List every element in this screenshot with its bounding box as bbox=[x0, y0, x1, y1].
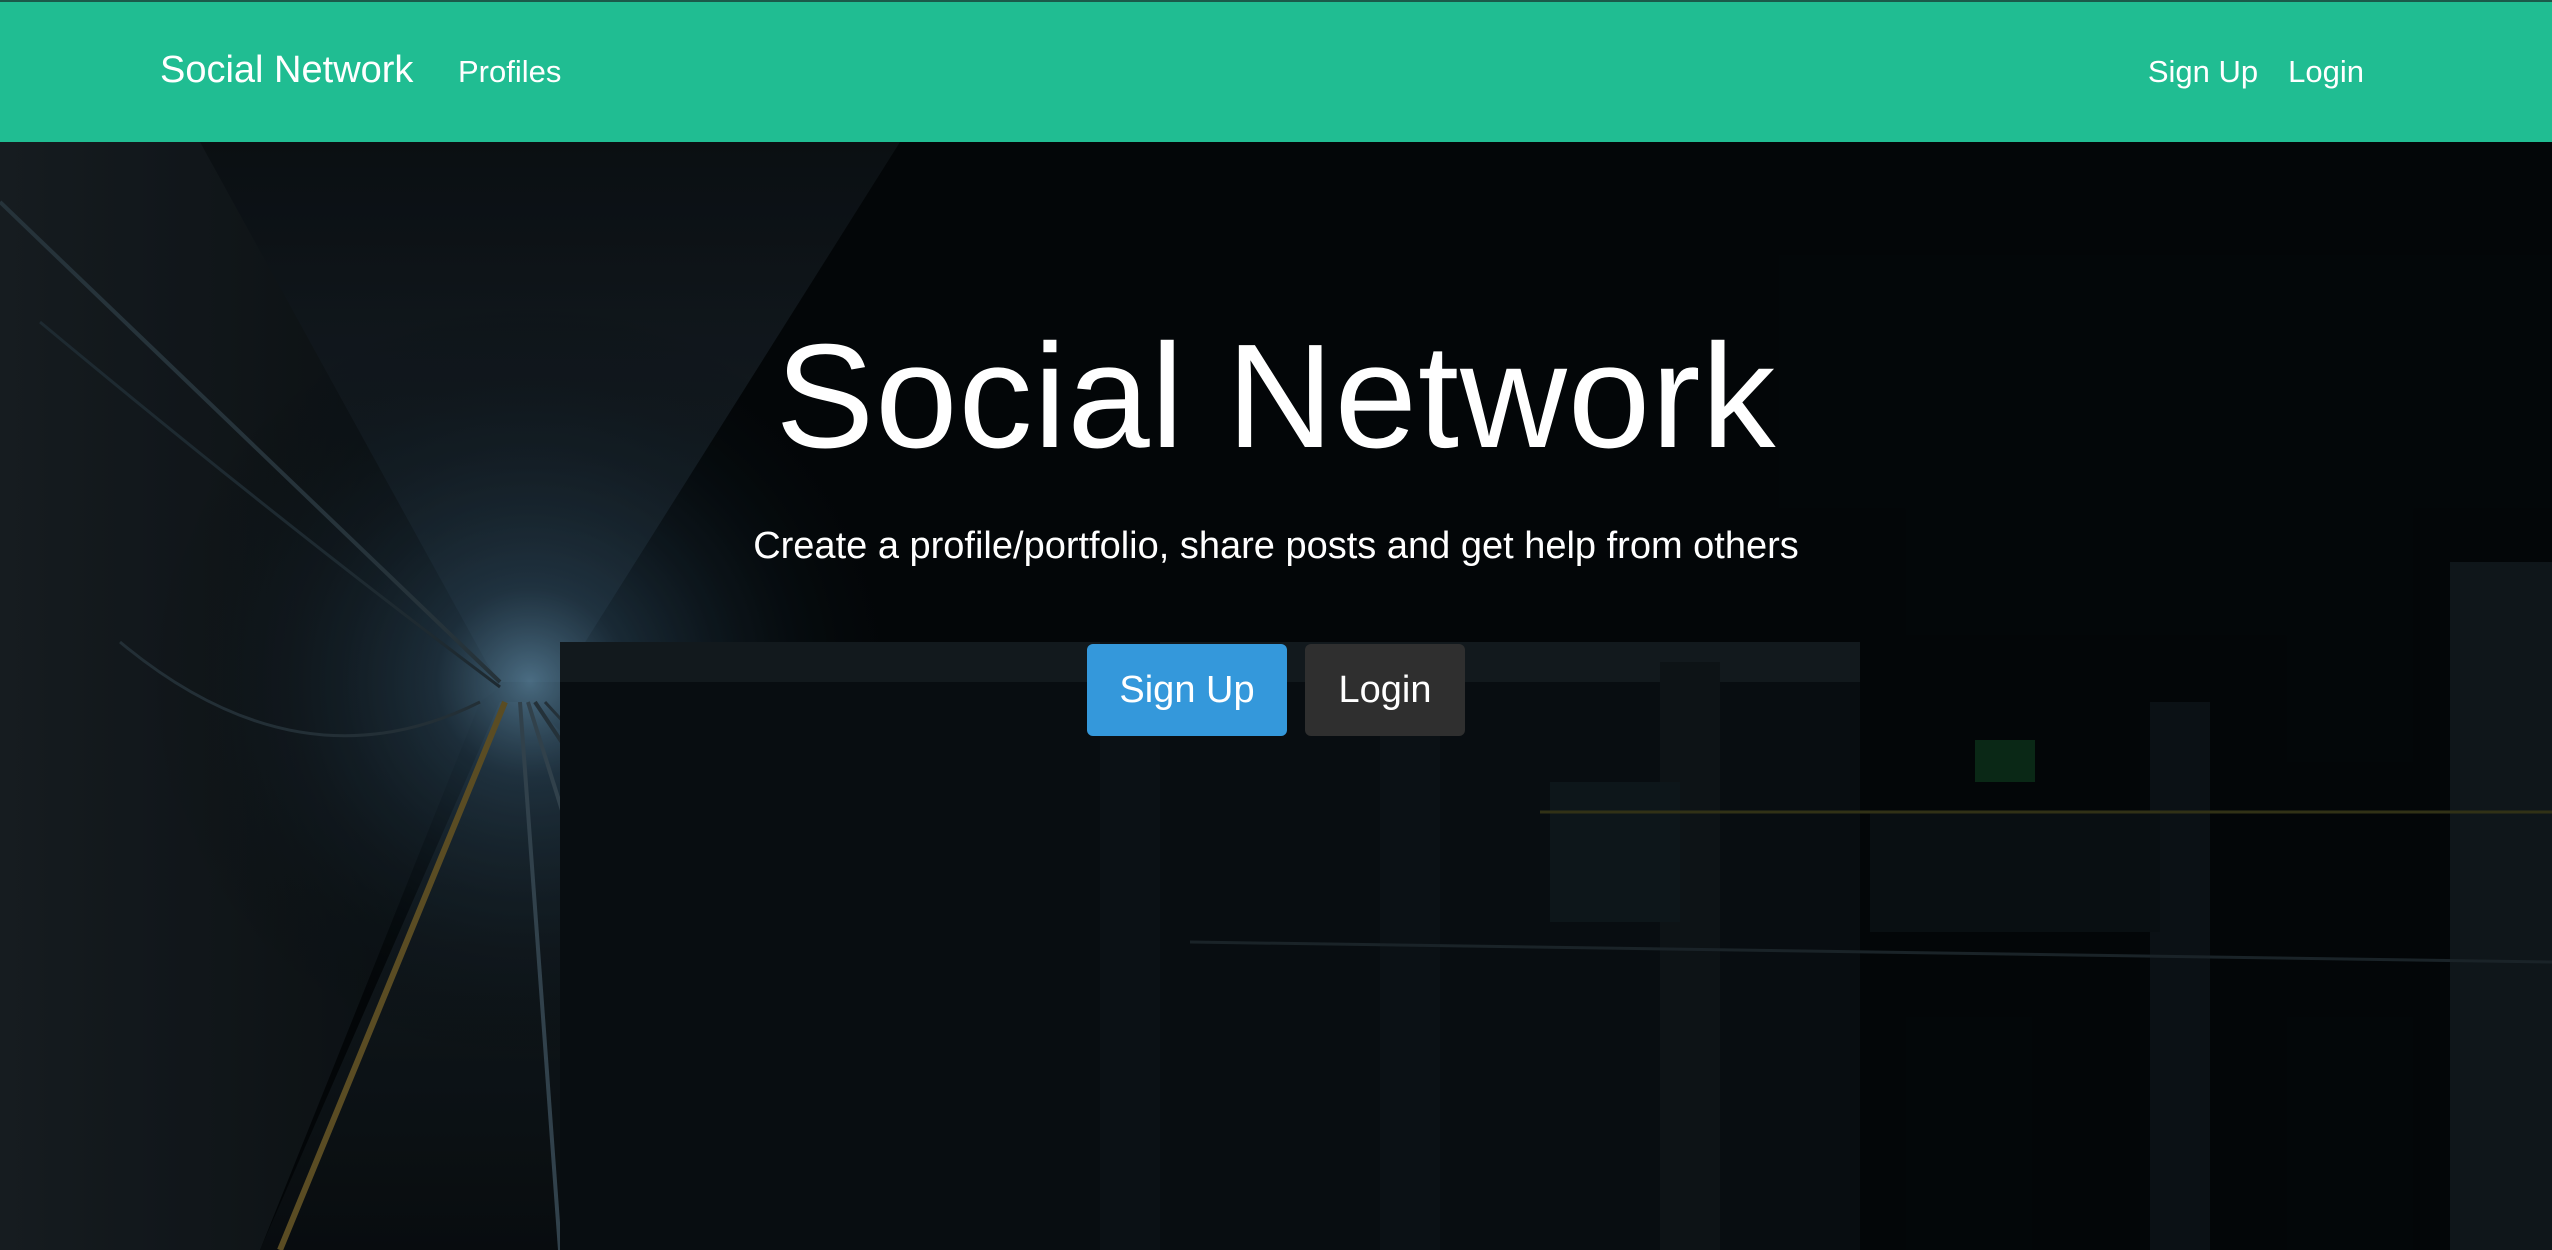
nav-link-login[interactable]: Login bbox=[2288, 50, 2364, 94]
nav-link-profiles[interactable]: Profiles bbox=[458, 50, 561, 94]
top-border-line bbox=[0, 0, 2552, 2]
hero-subtitle: Create a profile/portfolio, share posts … bbox=[753, 525, 1799, 567]
hero-button-group: Sign Up Login bbox=[0, 644, 2552, 736]
hero-section: Social Network Create a profile/portfoli… bbox=[0, 142, 2552, 1250]
hero-title: Social Network bbox=[775, 314, 1777, 479]
hero-content: Social Network Create a profile/portfoli… bbox=[0, 142, 2552, 1250]
login-button[interactable]: Login bbox=[1305, 644, 1465, 736]
navbar: Social Network Profiles Sign Up Login bbox=[0, 0, 2552, 142]
brand-link[interactable]: Social Network bbox=[160, 46, 413, 94]
signup-button[interactable]: Sign Up bbox=[1087, 644, 1287, 736]
nav-right-group: Sign Up Login bbox=[2148, 50, 2364, 94]
nav-link-signup[interactable]: Sign Up bbox=[2148, 50, 2258, 94]
